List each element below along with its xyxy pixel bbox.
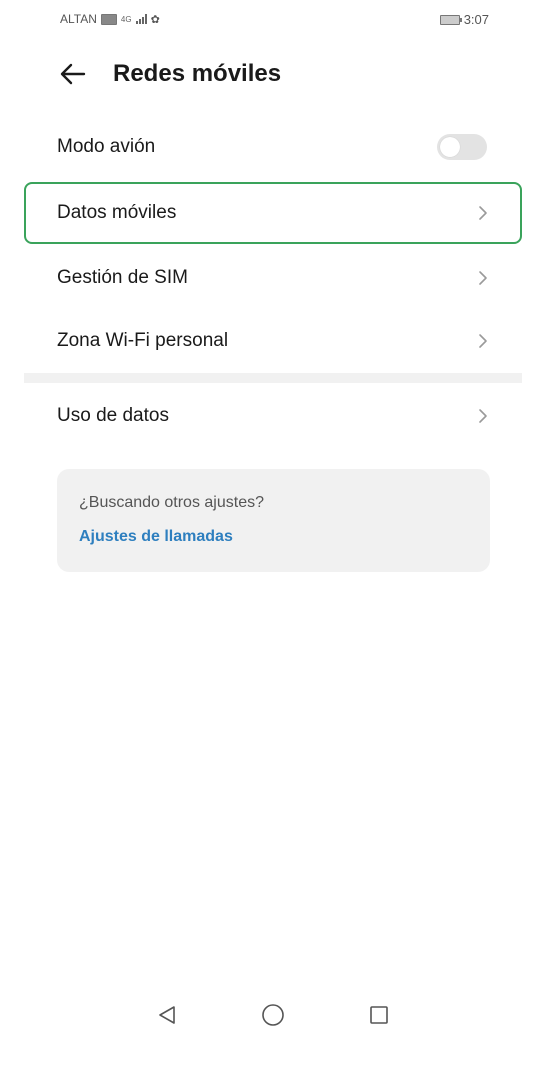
call-settings-link[interactable]: Ajustes de llamadas [79,528,233,546]
chevron-right-icon [479,271,487,285]
chevron-right-icon [479,409,487,423]
header: Redes móviles [0,48,551,100]
nav-home-button[interactable] [258,995,288,1035]
chevron-right-icon [479,206,487,220]
carrier-name: ALTAN [60,12,97,26]
chevron-right-icon [479,334,487,348]
nav-back-button[interactable] [152,995,182,1035]
gear-icon: ✿ [150,13,160,26]
airplane-mode-row[interactable]: Modo avión [24,116,522,178]
toggle-knob [440,137,460,157]
sim-management-label: Gestión de SIM [57,267,188,288]
suggestion-card: ¿Buscando otros ajustes? Ajustes de llam… [57,469,490,572]
sim-management-row[interactable]: Gestión de SIM [24,247,522,309]
data-usage-label: Uso de datos [57,405,169,426]
airplane-mode-label: Modo avión [57,136,156,157]
suggestion-text: ¿Buscando otros ajustes? [79,494,264,511]
data-usage-row[interactable]: Uso de datos [24,385,522,447]
signal-icon [135,14,147,24]
home-circle-icon [262,1004,284,1026]
navigation-bar [0,995,551,1035]
back-triangle-icon [159,1006,175,1024]
network-type-badge: 4G [120,14,132,24]
status-right: 3:07 [439,12,489,27]
back-button[interactable] [58,60,88,88]
airplane-mode-toggle[interactable] [437,134,487,160]
recents-square-icon [370,1006,388,1024]
nav-recents-button[interactable] [364,995,394,1035]
personal-hotspot-row[interactable]: Zona Wi-Fi personal [24,310,522,372]
page-title: Redes móviles [113,60,282,87]
personal-hotspot-label: Zona Wi-Fi personal [57,330,229,351]
section-divider [24,373,522,383]
status-left: ALTAN 4G ✿ [60,12,160,26]
status-time: 3:07 [463,12,489,27]
mobile-data-row[interactable]: Datos móviles [24,182,522,244]
arrow-left-icon [60,63,86,85]
mobile-data-label: Datos móviles [57,202,177,223]
sim-icon [100,13,117,25]
status-bar: ALTAN 4G ✿ 3:07 [0,0,551,40]
battery-icon [439,14,462,25]
